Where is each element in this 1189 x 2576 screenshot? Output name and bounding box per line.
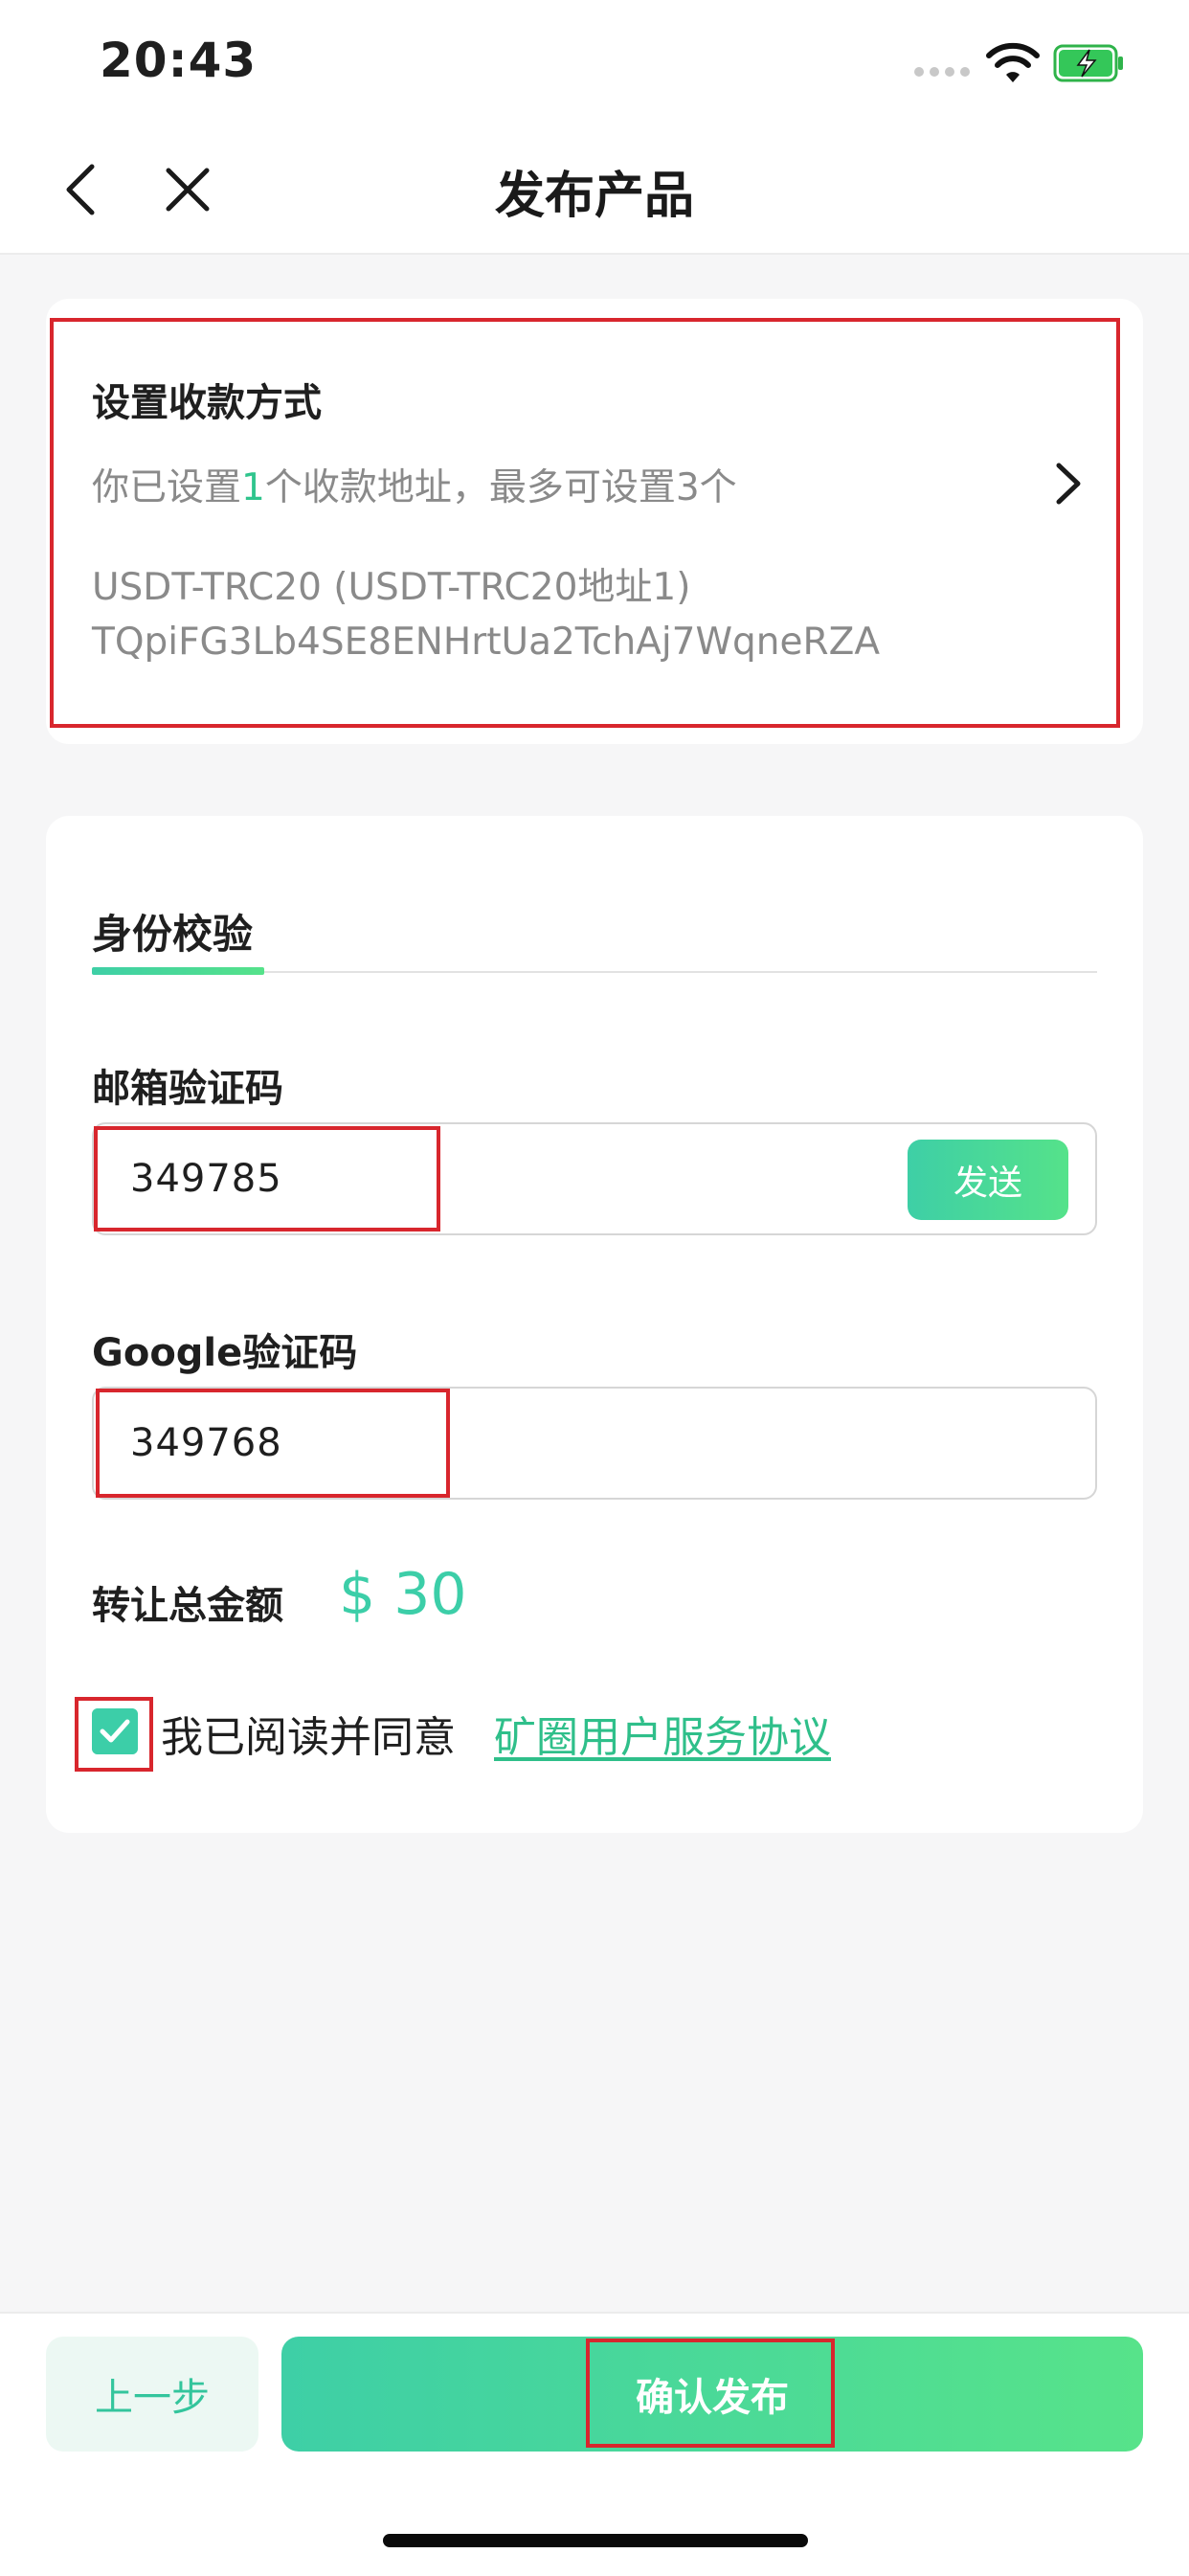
confirm-publish-highlight <box>586 2339 835 2448</box>
tab-active-indicator <box>92 967 264 975</box>
signal-icon <box>914 67 970 77</box>
home-indicator <box>383 2534 808 2547</box>
send-code-button[interactable]: 发送 <box>908 1140 1068 1220</box>
status-time: 20:43 <box>100 33 258 88</box>
google-code-highlight <box>96 1389 450 1498</box>
wifi-icon <box>986 42 1040 82</box>
total-amount-label: 转让总金额 <box>92 1584 283 1628</box>
agree-checkbox-highlight <box>75 1697 153 1772</box>
tab-identity-verification[interactable]: 身份校验 <box>92 902 253 960</box>
summary-suffix: 个收款地址，最多可设置3个 <box>264 466 737 509</box>
payment-method-summary: 你已设置1个收款地址，最多可设置3个 <box>92 458 737 511</box>
summary-prefix: 你已设置 <box>92 466 242 509</box>
payment-address-value: TQpiFG3Lb4SE8ENHrtUa2TchAj7WqneRZA <box>92 621 881 664</box>
payment-address-label: USDT-TRC20 (USDT-TRC20地址1) <box>92 566 691 609</box>
battery-icon <box>1053 44 1123 82</box>
email-code-highlight <box>94 1126 440 1232</box>
email-code-label: 邮箱验证码 <box>92 1067 283 1111</box>
previous-step-button[interactable]: 上一步 <box>46 2337 258 2452</box>
service-agreement-link[interactable]: 矿圈用户服务协议 <box>494 1703 831 1764</box>
chevron-right-icon[interactable] <box>1051 460 1086 508</box>
nav-bar: 发布产品 <box>0 126 1189 255</box>
status-bar: 20:43 <box>0 0 1189 126</box>
payment-method-title: 设置收款方式 <box>92 381 322 425</box>
page-title: 发布产品 <box>494 168 694 225</box>
summary-count: 1 <box>241 466 265 509</box>
google-code-label: Google验证码 <box>92 1331 358 1375</box>
total-amount-value: $ 30 <box>339 1561 467 1628</box>
agree-text: 我已阅读并同意 <box>161 1713 456 1762</box>
